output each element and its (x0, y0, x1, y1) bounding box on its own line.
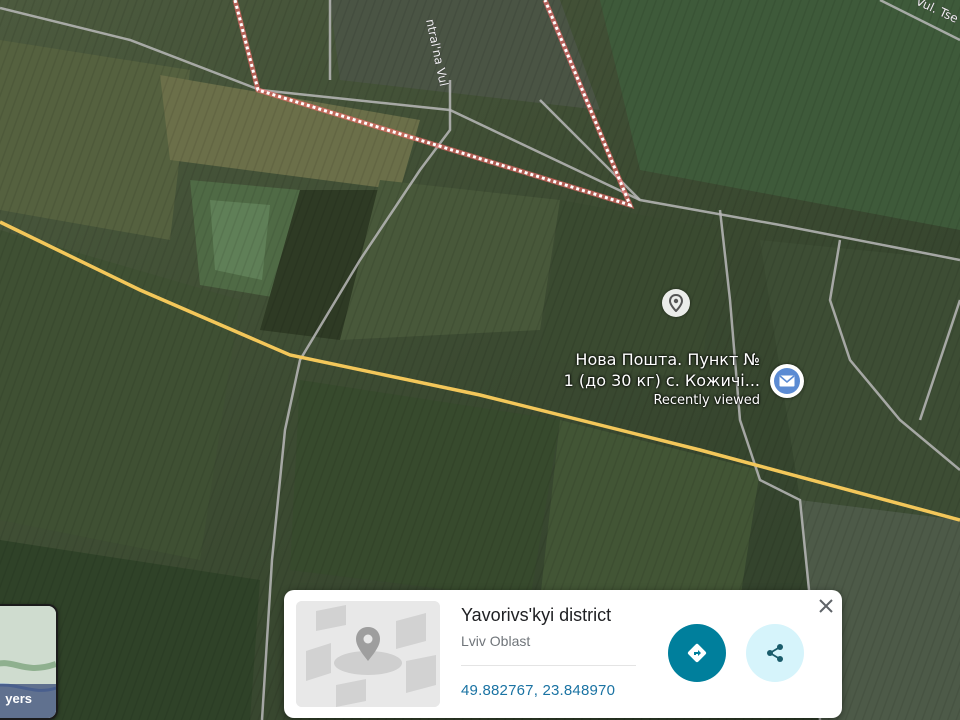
poi-label[interactable]: Нова Пошта. Пункт № 1 (до 30 кг) с. Кожи… (510, 349, 760, 410)
poi-status: Recently viewed (653, 393, 760, 408)
location-pin-icon[interactable] (662, 289, 690, 317)
place-subtitle: Lviv Oblast (461, 633, 531, 649)
close-icon (819, 599, 833, 613)
place-coordinates[interactable]: 49.882767, 23.848970 (461, 682, 615, 699)
layers-button[interactable]: yers (0, 604, 58, 720)
place-card: Yavorivs'kyi district Lviv Oblast 49.882… (284, 590, 842, 718)
close-button[interactable] (814, 594, 838, 618)
share-button[interactable] (746, 624, 804, 682)
poi-name-line1: Нова Пошта. Пункт № (575, 350, 760, 369)
share-icon (767, 644, 783, 662)
mail-icon[interactable] (770, 364, 804, 398)
layers-label: yers (5, 691, 32, 706)
card-divider (461, 665, 636, 666)
poi-name-line2: 1 (до 30 кг) с. Кожичі... (563, 371, 760, 390)
directions-icon (687, 643, 707, 663)
placeholder-3d-map-icon (296, 601, 440, 707)
place-title: Yavorivs'kyi district (461, 605, 612, 625)
directions-button[interactable] (668, 624, 726, 682)
place-thumbnail[interactable] (296, 601, 440, 707)
